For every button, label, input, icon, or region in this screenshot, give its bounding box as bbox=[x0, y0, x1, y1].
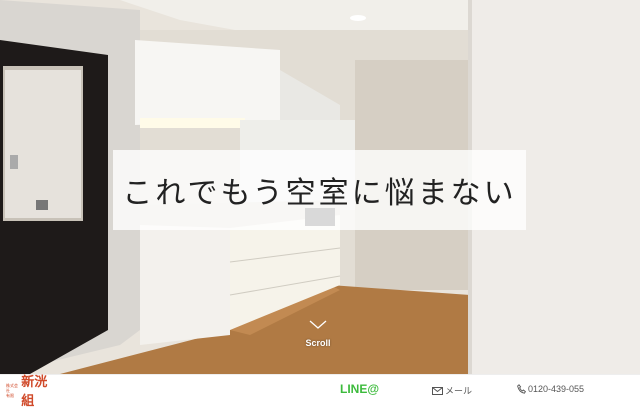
chevron-down-icon bbox=[309, 320, 327, 329]
logo-small-top: 株式会社 bbox=[6, 382, 18, 393]
mail-icon bbox=[432, 386, 443, 395]
footer-bar: 株式会社 有限 新洸組 LINE@ メール 0120-439-055 bbox=[0, 374, 640, 409]
logo-main-text: 新洸組 bbox=[21, 375, 48, 409]
phone-icon bbox=[517, 384, 526, 394]
hero-section: これでもう空室に悩まない Scroll bbox=[0, 0, 640, 374]
logo-small-bottom: 有限 bbox=[6, 392, 14, 398]
headline-banner: これでもう空室に悩まない bbox=[113, 150, 526, 230]
tel-label: 0120-439-055 bbox=[528, 384, 585, 394]
company-logo[interactable]: 株式会社 有限 新洸組 bbox=[6, 375, 56, 409]
line-button[interactable]: LINE@ bbox=[340, 382, 379, 396]
mail-label: メール bbox=[445, 387, 473, 397]
phone-button[interactable]: 0120-439-055 bbox=[517, 384, 584, 394]
scroll-indicator[interactable]: Scroll bbox=[298, 320, 338, 348]
headline-text: これでもう空室に悩まない bbox=[122, 176, 517, 211]
scroll-label: Scroll bbox=[305, 338, 331, 348]
mail-button[interactable]: メール bbox=[432, 384, 472, 397]
logo-small-text: 株式会社 有限 bbox=[6, 383, 20, 398]
